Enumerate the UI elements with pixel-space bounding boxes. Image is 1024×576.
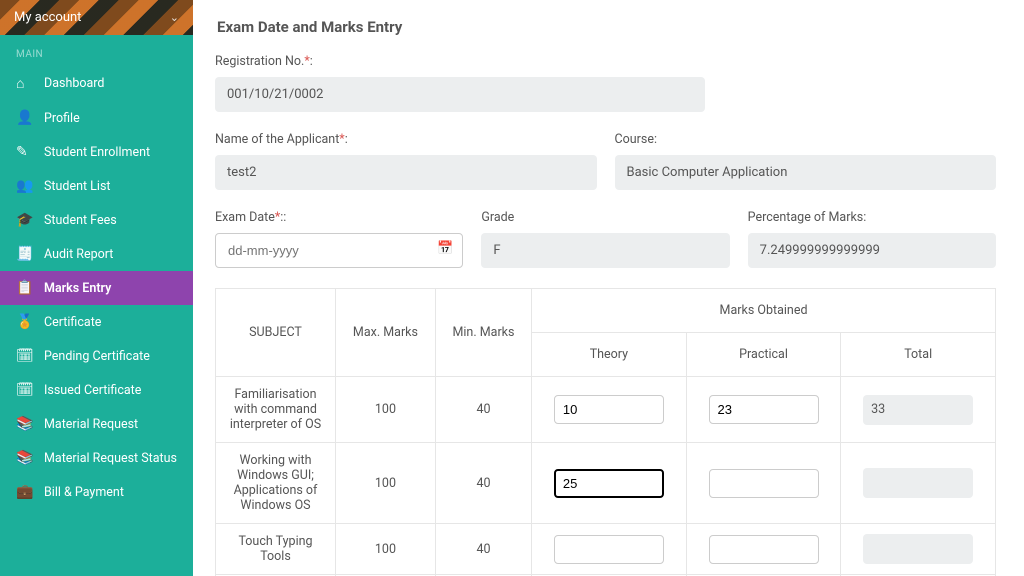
- cell-min: 40: [435, 443, 531, 524]
- reg-label: Registration No.*:: [215, 54, 705, 69]
- theory-input[interactable]: [554, 395, 664, 424]
- sidebar-item-student-fees[interactable]: 🎓 Student Fees: [0, 203, 193, 237]
- nav-icon: 🗓: [16, 348, 34, 364]
- nav-icon: ⌂: [16, 75, 34, 92]
- sidebar-item-dashboard[interactable]: ⌂ Dashboard: [0, 66, 193, 101]
- nav-label: Student Enrollment: [44, 145, 150, 160]
- calendar-icon[interactable]: 📅: [437, 241, 453, 256]
- nav-icon: 🗓: [16, 382, 34, 398]
- cell-min: 40: [435, 377, 531, 443]
- nav-label: Student Fees: [44, 213, 117, 228]
- cell-subject: Working with Windows GUI; Applications o…: [216, 443, 336, 524]
- col-practical: Practical: [686, 333, 841, 377]
- nav-label: Material Request: [44, 417, 138, 432]
- cell-max: 100: [336, 524, 436, 575]
- marks-table: SUBJECT Max. Marks Min. Marks Marks Obta…: [215, 288, 996, 576]
- pct-value: 7.249999999999999: [748, 233, 996, 268]
- nav-icon: 📋: [16, 280, 34, 296]
- nav-label: Marks Entry: [44, 281, 111, 296]
- table-row: Working with Windows GUI; Applications o…: [216, 443, 996, 524]
- cell-min: 40: [435, 524, 531, 575]
- sidebar-item-certificate[interactable]: 🏅 Certificate: [0, 305, 193, 339]
- course-label: Course:: [615, 132, 997, 147]
- main-panel: Exam Date and Marks Entry Registration N…: [193, 0, 1024, 576]
- practical-input[interactable]: [709, 535, 819, 564]
- sidebar-item-bill-payment[interactable]: 💼 Bill & Payment: [0, 475, 193, 509]
- chevron-down-icon: ⌄: [170, 11, 179, 24]
- nav-label: Bill & Payment: [44, 485, 124, 500]
- nav-icon: 👥: [16, 178, 34, 194]
- col-max: Max. Marks: [336, 289, 436, 377]
- sidebar-item-issued-certificate[interactable]: 🗓 Issued Certificate: [0, 373, 193, 407]
- grade-label: Grade: [481, 210, 729, 225]
- col-min: Min. Marks: [435, 289, 531, 377]
- sidebar-item-material-request-status[interactable]: 📚 Material Request Status: [0, 441, 193, 475]
- nav: ⌂ Dashboard 👤 Profile ✎ Student Enrollment 👥 St…: [0, 66, 193, 509]
- nav-icon: 👤: [16, 110, 34, 126]
- total-cell: [863, 534, 973, 564]
- practical-input[interactable]: [709, 395, 819, 424]
- total-cell: 33: [863, 395, 973, 425]
- grade-value: F: [481, 233, 729, 268]
- name-label: Name of the Applicant*:: [215, 132, 597, 147]
- page-title: Exam Date and Marks Entry: [215, 0, 996, 54]
- sidebar-item-profile[interactable]: 👤 Profile: [0, 101, 193, 135]
- pct-label: Percentage of Marks:: [748, 210, 996, 225]
- total-cell: [863, 468, 973, 498]
- nav-label: Profile: [44, 111, 80, 126]
- account-label: My account: [14, 10, 81, 25]
- nav-label: Certificate: [44, 315, 101, 330]
- col-obtained: Marks Obtained: [532, 289, 996, 333]
- practical-input[interactable]: [709, 469, 819, 498]
- account-dropdown[interactable]: My account ⌄: [0, 0, 193, 35]
- nav-icon: 📚: [16, 450, 34, 466]
- exam-date-input[interactable]: [215, 233, 463, 268]
- nav-label: Issued Certificate: [44, 383, 141, 398]
- nav-icon: 🏅: [16, 314, 34, 330]
- cell-max: 100: [336, 443, 436, 524]
- course-value: Basic Computer Application: [615, 155, 997, 190]
- sidebar-item-material-request[interactable]: 📚 Material Request: [0, 407, 193, 441]
- name-value: test2: [215, 155, 597, 190]
- nav-icon: 💼: [16, 484, 34, 500]
- theory-input[interactable]: [554, 535, 664, 564]
- col-subject: SUBJECT: [216, 289, 336, 377]
- nav-label: Material Request Status: [44, 451, 177, 466]
- sidebar-item-pending-certificate[interactable]: 🗓 Pending Certificate: [0, 339, 193, 373]
- nav-icon: 🧾: [16, 246, 34, 262]
- sidebar-item-student-enrollment[interactable]: ✎ Student Enrollment: [0, 135, 193, 169]
- nav-label: Audit Report: [44, 247, 113, 262]
- nav-icon: 🎓: [16, 212, 34, 228]
- sidebar-item-student-list[interactable]: 👥 Student List: [0, 169, 193, 203]
- sidebar: My account ⌄ MAIN ⌂ Dashboard 👤 Profile ✎ Stu…: [0, 0, 193, 576]
- sidebar-item-audit-report[interactable]: 🧾 Audit Report: [0, 237, 193, 271]
- nav-icon: 📚: [16, 416, 34, 432]
- nav-icon: ✎: [16, 144, 34, 160]
- cell-subject: Touch Typing Tools: [216, 524, 336, 575]
- theory-input[interactable]: [554, 469, 664, 498]
- cell-subject: Familiarisation with command interpreter…: [216, 377, 336, 443]
- cell-max: 100: [336, 377, 436, 443]
- nav-section-label: MAIN: [0, 35, 193, 66]
- nav-label: Dashboard: [44, 76, 104, 91]
- table-row: Touch Typing Tools10040: [216, 524, 996, 575]
- reg-value: 001/10/21/0002: [215, 77, 705, 112]
- col-total: Total: [841, 333, 996, 377]
- col-theory: Theory: [532, 333, 687, 377]
- exam-date-label: Exam Date*::: [215, 210, 463, 225]
- table-row: Familiarisation with command interpreter…: [216, 377, 996, 443]
- nav-label: Pending Certificate: [44, 349, 150, 364]
- nav-label: Student List: [44, 179, 111, 194]
- sidebar-item-marks-entry[interactable]: 📋 Marks Entry: [0, 271, 193, 305]
